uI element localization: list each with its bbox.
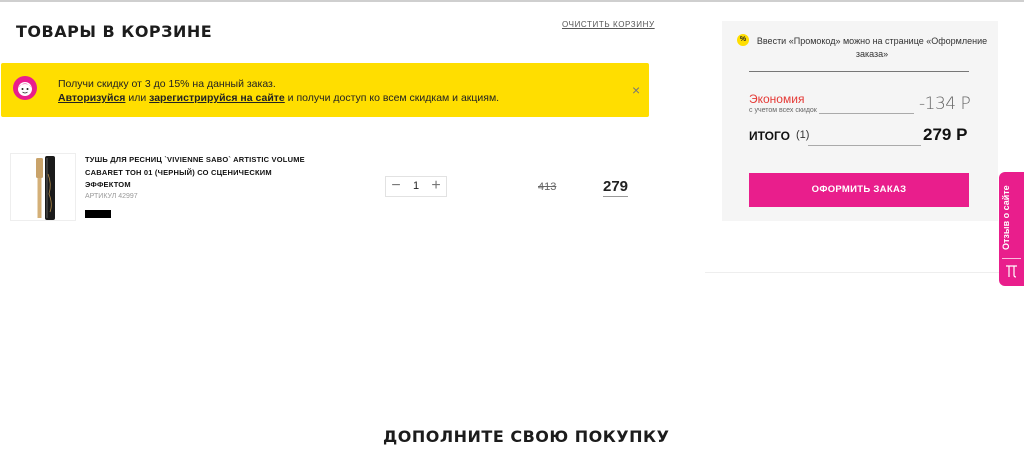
divider: [1002, 258, 1021, 259]
promo-tail-text: и получи доступ ко всем скидкам и акциям…: [284, 92, 500, 104]
feedback-label: Отзыв о сайте: [1001, 185, 1011, 250]
brand-logo-icon: [1003, 263, 1020, 285]
promo-banner: Получи скидку от 3 до 15% на данный зака…: [1, 63, 649, 117]
product-name[interactable]: ТУШЬ ДЛЯ РЕСНИЦ `VIVIENNE SABO` ARTISTIC…: [85, 154, 305, 192]
cart-item: ТУШЬ ДЛЯ РЕСНИЦ `VIVIENNE SABO` ARTISTIC…: [0, 148, 650, 228]
total-count: (1): [796, 129, 810, 141]
order-summary: % Ввести «Промокод» можно на странице «О…: [722, 21, 998, 221]
quantity-stepper: − 1 +: [385, 176, 447, 197]
product-image[interactable]: [10, 153, 76, 221]
promo-hint: Ввести «Промокод» можно на странице «Офо…: [756, 36, 988, 59]
promo-or-text: или: [125, 92, 150, 104]
item-price: 279: [603, 178, 629, 197]
quantity-increase-button[interactable]: +: [426, 177, 446, 196]
old-price: 413: [538, 181, 557, 193]
divider: [749, 71, 969, 72]
product-sku: АРТИКУЛ 42997: [85, 193, 138, 200]
quantity-value[interactable]: 1: [406, 177, 426, 196]
face-icon: [13, 76, 37, 100]
login-link[interactable]: Авторизуйся: [58, 92, 125, 104]
leader-line: [808, 145, 921, 146]
clear-cart-link[interactable]: очистить корзину: [562, 20, 655, 29]
economy-note: с учетом всех скидок: [749, 107, 817, 114]
economy-label: Экономия: [749, 92, 805, 106]
total-label: ИТОГО: [749, 129, 790, 143]
economy-value: -134 Р: [919, 94, 971, 114]
quantity-decrease-button[interactable]: −: [386, 177, 406, 196]
feedback-tab[interactable]: Отзыв о сайте: [999, 172, 1024, 286]
percent-icon: %: [737, 34, 749, 46]
promo-text: Получи скидку от 3 до 15% на данный зака…: [58, 78, 276, 90]
top-divider: [0, 0, 1024, 2]
register-link[interactable]: зарегистрируйся на сайте: [149, 92, 285, 104]
divider: [705, 272, 1024, 273]
promo-text-links: Авторизуйся или зарегистрируйся на сайте…: [58, 92, 499, 104]
recommendations-title: ДОПОЛНИТЕ СВОЮ ПОКУПКУ: [383, 427, 670, 446]
product-badge: [85, 210, 111, 218]
checkout-button[interactable]: ОФОРМИТЬ ЗАКАЗ: [749, 173, 969, 207]
total-value: 279 Р: [923, 125, 968, 144]
page-title: ТОВАРЫ В КОРЗИНЕ: [16, 22, 213, 41]
close-icon[interactable]: ×: [632, 82, 640, 98]
leader-line: [819, 113, 914, 114]
